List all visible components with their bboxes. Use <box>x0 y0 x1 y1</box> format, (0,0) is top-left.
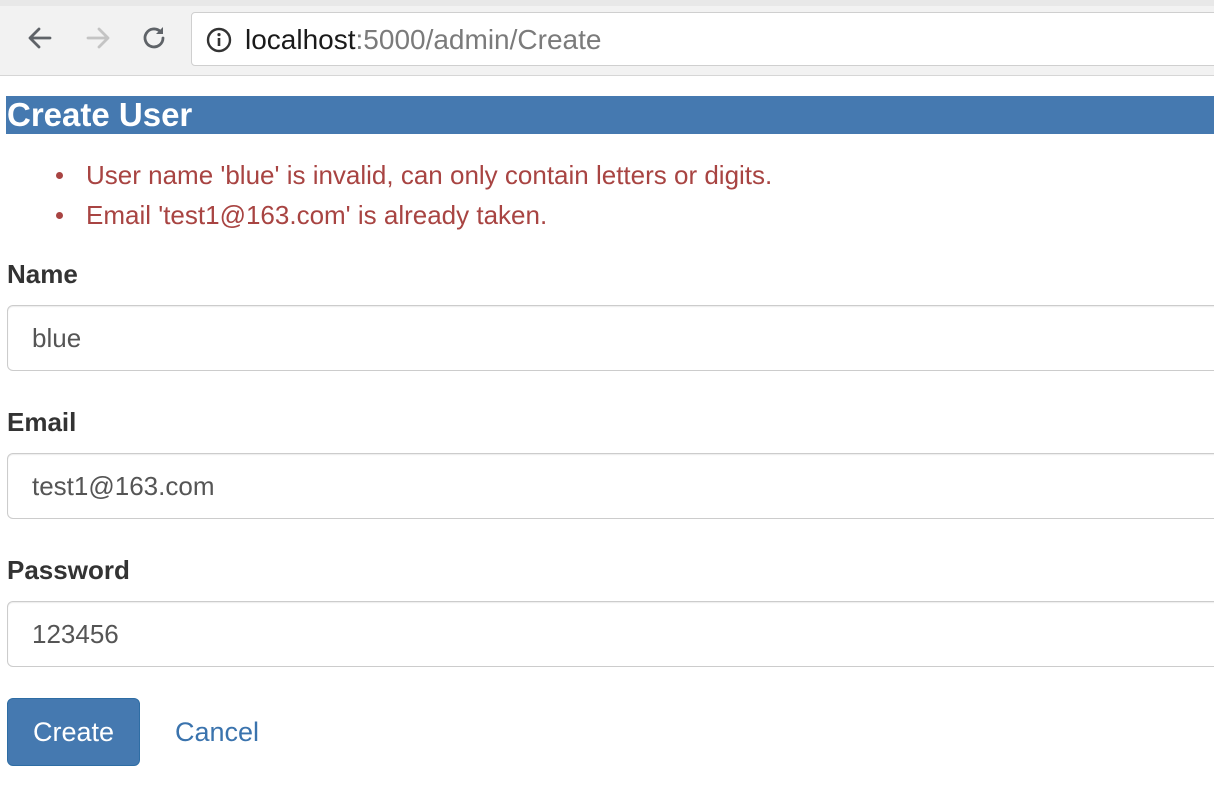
forward-button[interactable] <box>80 20 116 56</box>
reload-icon <box>143 27 165 49</box>
page-title: Create User <box>6 96 1214 134</box>
forward-arrow-icon <box>86 27 110 49</box>
browser-toolbar: localhost:5000/admin/Create <box>0 0 1214 76</box>
name-label: Name <box>7 259 78 289</box>
back-arrow-icon <box>28 27 52 49</box>
email-label: Email <box>7 407 77 437</box>
error-message: Email 'test1@163.com' is already taken. <box>54 195 772 235</box>
email-input[interactable] <box>7 453 1214 519</box>
error-message: User name 'blue' is invalid, can only co… <box>54 155 772 195</box>
password-label: Password <box>7 555 130 585</box>
validation-summary: User name 'blue' is invalid, can only co… <box>54 155 772 235</box>
back-button[interactable] <box>22 20 58 56</box>
name-input[interactable] <box>7 305 1214 371</box>
cancel-link[interactable]: Cancel <box>175 714 259 750</box>
reload-button[interactable] <box>136 20 172 56</box>
info-icon[interactable] <box>206 27 232 53</box>
url-text[interactable]: localhost:5000/admin/Create <box>245 23 601 57</box>
tab-strip <box>0 0 1214 6</box>
address-bar[interactable]: localhost:5000/admin/Create <box>191 12 1214 66</box>
create-button[interactable]: Create <box>7 698 140 766</box>
url-path: :5000/admin/Create <box>355 24 602 55</box>
url-host: localhost <box>245 24 356 55</box>
password-input[interactable] <box>7 601 1214 667</box>
